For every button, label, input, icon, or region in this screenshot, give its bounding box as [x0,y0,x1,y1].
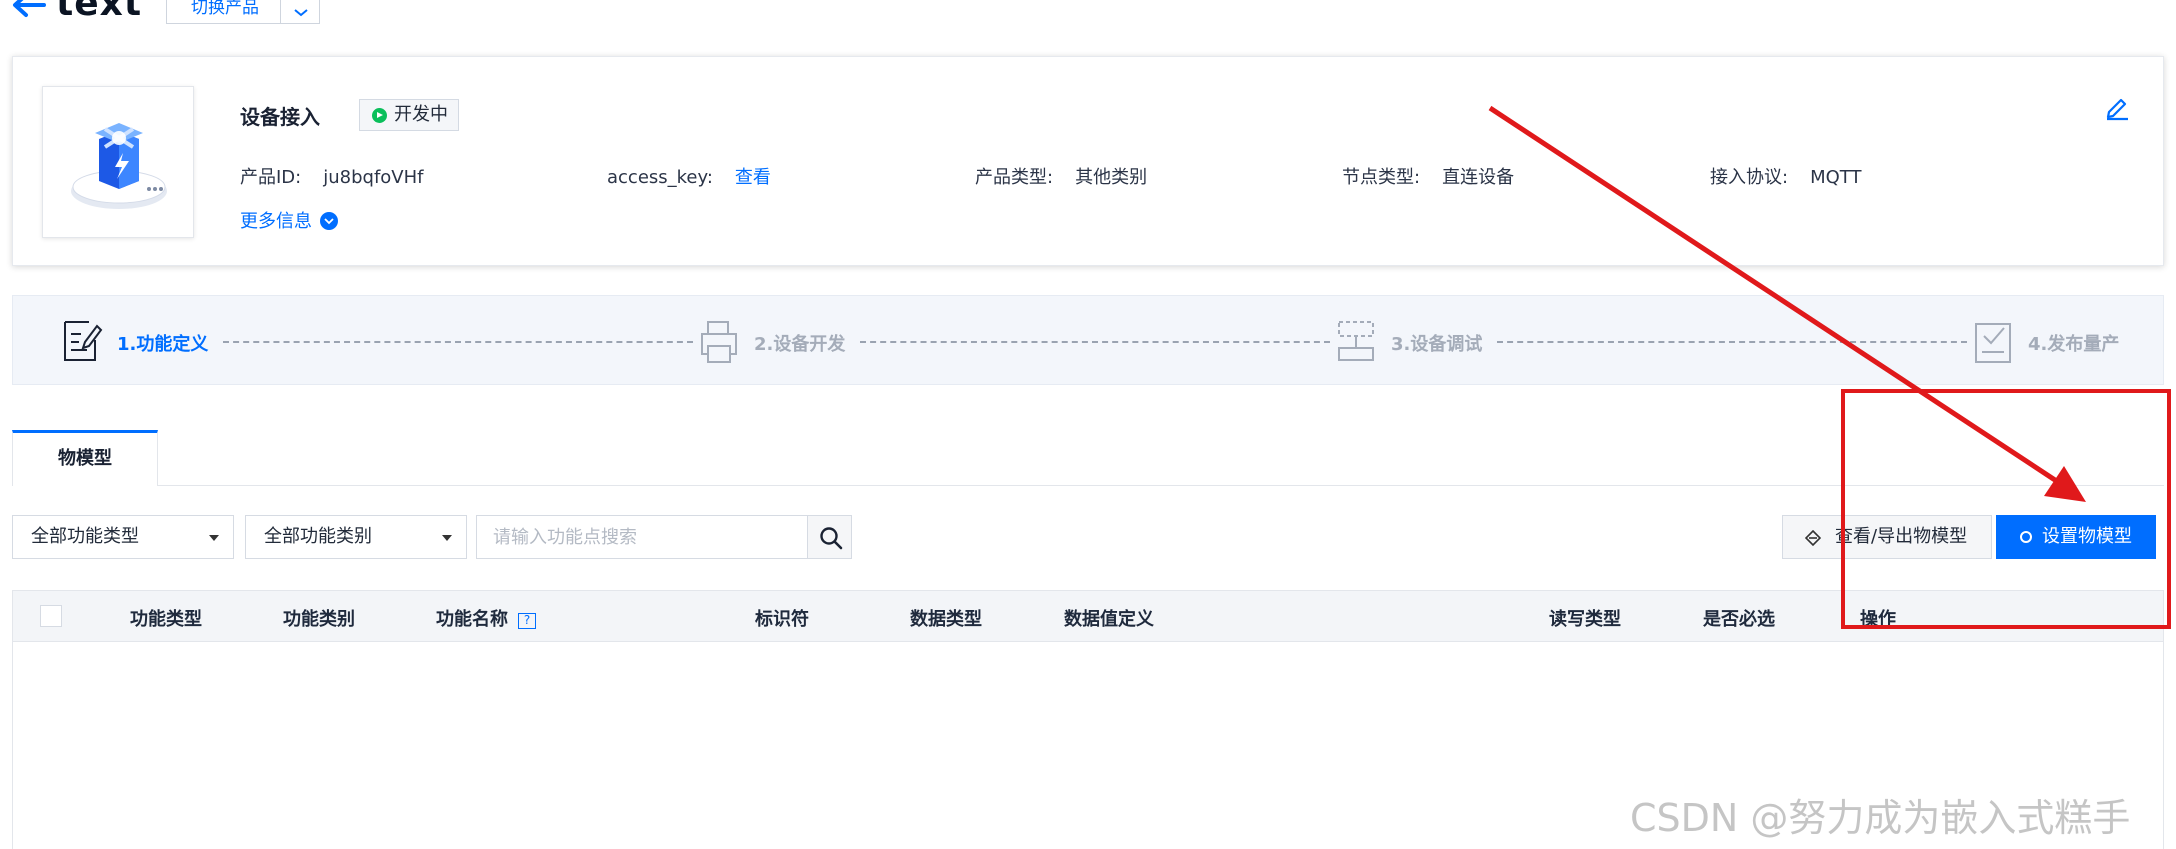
table-header: 功能类型 功能类别 功能名称? 标识符 数据类型 数据值定义 读写类型 是否必选… [12,590,2164,642]
step-label: 3.设备调试 [1391,334,1483,355]
status-badge: 开发中 [359,99,459,131]
debug-node-icon [1338,321,1374,361]
access-key-field: access_key: 查看 [607,163,771,189]
product-type-label: 产品类型: [975,167,1054,188]
product-id-value: ju8bqfoVHf [323,167,424,188]
product-type-field: 产品类型: 其他类别 [975,163,1147,189]
node-type-field: 节点类型: 直连设备 [1342,163,1514,189]
product-info-card: 设备接入 开发中 产品ID: ju8bqfoVHf access_key: 查看 产… [12,56,2164,266]
select-all-checkbox[interactable] [40,605,62,627]
step-label: 1.功能定义 [117,334,209,355]
product-device-icon [71,123,167,209]
function-type-value: 全部功能类型 [31,526,139,547]
protocol-field: 接入协议: MQTT [1710,163,1861,189]
column-header: 读写类型 [1549,609,1621,630]
page-title: text [56,0,143,24]
search-icon [820,527,843,550]
access-key-label: access_key: [607,167,713,188]
chevron-down-circle-icon [320,212,338,230]
column-header: 功能类型 [130,609,202,630]
function-category-select[interactable]: 全部功能类别 [245,515,467,559]
status-text: 开发中 [394,104,448,125]
view-export-model-button[interactable]: 查看/导出物模型 [1782,515,1992,559]
view-export-model-label: 查看/导出物模型 [1835,526,1968,547]
clipboard-check-icon [1975,323,2011,363]
node-type-label: 节点类型: [1342,167,1421,188]
function-search-input[interactable] [476,515,808,559]
more-info-toggle[interactable]: 更多信息 [240,207,338,233]
export-icon [1805,530,1821,546]
tab-bar: 物模型 [12,430,2164,486]
setup-model-label: 设置物模型 [2042,526,2132,547]
top-bar: text 切换产品 [0,0,2176,30]
play-status-icon [372,108,387,123]
step-label: 2.设备开发 [754,334,846,355]
product-id-label: 产品ID: [240,167,302,188]
step-connector [1497,341,1967,343]
column-header: 数据类型 [910,609,982,630]
printer-icon [701,321,737,363]
product-id-field: 产品ID: ju8bqfoVHf [240,163,423,189]
column-header-function-name: 功能名称? [436,605,536,631]
step-connector [860,341,1330,343]
column-header: 数据值定义 [1064,609,1154,630]
column-header: 功能类别 [283,609,355,630]
protocol-label: 接入协议: [1710,167,1789,188]
column-header: 标识符 [755,609,809,630]
development-steps: 1.功能定义 2.设备开发 3.设备调试 4.发布量产 [12,295,2164,385]
watermark-text: CSDN @努力成为嵌入式糕手 [1630,796,2131,840]
switch-product-dropdown[interactable] [280,0,320,24]
setup-model-button[interactable]: 设置物模型 [1996,515,2156,559]
caret-down-icon [209,535,219,541]
search-button[interactable] [807,515,852,559]
product-type-value: 其他类别 [1075,167,1148,188]
step-label: 4.发布量产 [2028,334,2120,355]
document-edit-icon [64,321,103,361]
page-root: text 切换产品 设备接入 开发中 产品ID: ju8bqfoVHf acce… [0,0,2176,849]
switch-product-button[interactable]: 切换产品 [166,0,280,24]
column-header: 是否必选 [1703,609,1775,630]
back-arrow-icon[interactable] [10,0,46,18]
product-name: 设备接入 [240,105,320,129]
product-thumbnail [42,86,194,238]
tab-thing-model[interactable]: 物模型 [12,430,158,486]
chevron-down-icon [294,9,308,17]
caret-down-icon [442,535,452,541]
help-icon[interactable]: ? [518,613,536,629]
protocol-value: MQTT [1810,167,1862,188]
setting-ring-icon [2020,531,2032,543]
view-access-key-link[interactable]: 查看 [735,167,771,188]
edit-icon[interactable] [2103,93,2131,121]
node-type-value: 直连设备 [1442,167,1515,188]
more-info-label: 更多信息 [240,211,312,232]
step-connector [223,341,693,343]
column-header: 操作 [1860,609,1896,630]
function-category-value: 全部功能类别 [264,526,372,547]
column-header: 功能名称 [436,609,508,630]
function-type-select[interactable]: 全部功能类型 [12,515,234,559]
